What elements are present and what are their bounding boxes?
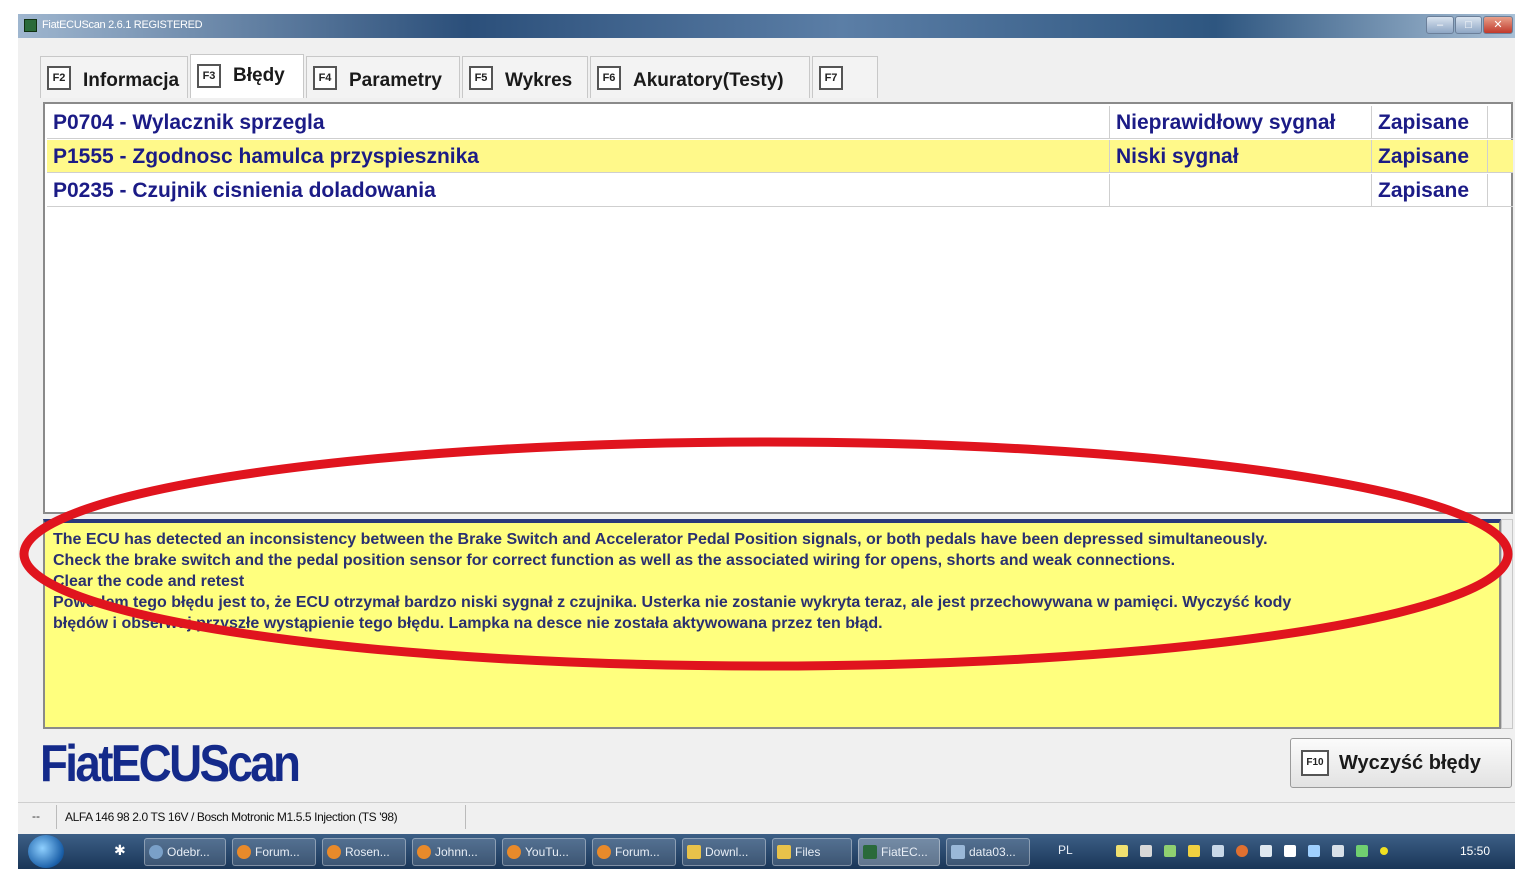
table-row[interactable]: P0235 - Czujnik cisnienia doladowania Za… <box>47 174 1513 207</box>
firefox-icon <box>597 845 611 859</box>
tray-icon[interactable] <box>1212 845 1224 857</box>
tray-icon[interactable] <box>1188 845 1200 857</box>
tab-label: Wykres <box>505 70 573 91</box>
tab-informacja[interactable]: F2 Informacja <box>40 56 188 98</box>
table-row-selected[interactable]: P1555 - Zgodnosc hamulca przyspiesznika … <box>47 140 1513 173</box>
error-code: P0235 - Czujnik cisnienia doladowania <box>47 174 1110 207</box>
minimize-icon: – <box>1436 19 1444 31</box>
folder-icon <box>687 845 701 859</box>
folder-icon <box>777 845 791 859</box>
firefox-icon <box>237 845 251 859</box>
description-line: Clear the code and retest <box>53 573 245 590</box>
maximize-icon: □ <box>1465 19 1472 31</box>
tab-label: Akuratory(Testy) <box>633 70 784 91</box>
error-description-panel: The ECU has detected an inconsistency be… <box>43 519 1501 729</box>
description-line: błędów i obserwuj przyszłe wystąpienie t… <box>53 615 883 632</box>
language-indicator[interactable]: PL <box>1058 843 1073 857</box>
fiatecuscan-icon <box>863 845 877 859</box>
firefox-icon <box>327 845 341 859</box>
description-scrollbar[interactable] <box>1501 519 1513 729</box>
firefox-icon <box>507 845 521 859</box>
tab-wykres[interactable]: F5 Wykres <box>462 56 588 98</box>
window-icon <box>951 845 965 859</box>
taskbar-item[interactable]: Johnn... <box>412 838 496 866</box>
f6-key-icon: F6 <box>597 66 621 90</box>
close-icon: ✕ <box>1493 19 1503 31</box>
f5-key-icon: F5 <box>469 66 493 90</box>
taskbar-item[interactable]: data03... <box>946 838 1030 866</box>
network-icon[interactable] <box>1308 845 1320 857</box>
tab-label: Informacja <box>83 70 180 91</box>
f7-key-icon: F7 <box>819 66 843 90</box>
tab-bledy[interactable]: F3 Błędy <box>190 54 304 98</box>
tab-parametry[interactable]: F4 Parametry <box>306 56 460 98</box>
taskbar-item-active[interactable]: FiatEC... <box>858 838 940 866</box>
tray-icon[interactable] <box>1332 845 1344 857</box>
tray-icon[interactable] <box>1116 845 1128 857</box>
close-button[interactable]: ✕ <box>1483 16 1513 34</box>
taskbar-item[interactable]: Forum... <box>592 838 676 866</box>
f2-key-icon: F2 <box>47 66 71 90</box>
mail-icon <box>149 845 163 859</box>
error-stored: Zapisane <box>1372 174 1488 207</box>
taskbar-item[interactable]: Forum... <box>232 838 316 866</box>
tab-label: Parametry <box>349 70 442 91</box>
start-button[interactable] <box>28 835 64 868</box>
connection-indicator: -- <box>32 809 40 823</box>
tray-icon[interactable] <box>1164 845 1176 857</box>
table-row[interactable]: P0704 - Wylacznik sprzegla Nieprawidłowy… <box>47 106 1513 139</box>
tab-label: Błędy <box>233 65 285 86</box>
error-code-table: P0704 - Wylacznik sprzegla Nieprawidłowy… <box>43 102 1513 514</box>
error-status <box>1110 174 1372 207</box>
flag-icon[interactable] <box>1284 845 1296 857</box>
taskbar-item[interactable]: Files <box>772 838 852 866</box>
f3-key-icon: F3 <box>197 64 221 88</box>
taskbar-item[interactable]: Odebr... <box>144 838 226 866</box>
description-line: Check the brake switch and the pedal pos… <box>53 552 1176 569</box>
tray-icon[interactable] <box>1356 845 1368 857</box>
taskbar-item[interactable]: YouTu... <box>502 838 586 866</box>
title-bar[interactable]: FiatECUScan 2.6.1 REGISTERED – □ ✕ <box>18 14 1515 38</box>
error-status: Nieprawidłowy sygnał <box>1110 106 1372 139</box>
bluetooth-icon[interactable]: ✱ <box>114 842 126 859</box>
clock[interactable]: 15:50 <box>1460 844 1490 858</box>
window-title: FiatECUScan 2.6.1 REGISTERED <box>42 19 203 31</box>
minimize-button[interactable]: – <box>1426 16 1454 34</box>
error-stored: Zapisane <box>1372 106 1488 139</box>
error-status: Niski sygnał <box>1110 140 1372 173</box>
error-stored: Zapisane <box>1372 140 1488 173</box>
windows-taskbar: ✱ Odebr... Forum... Rosen... Johnn... Yo… <box>18 834 1515 869</box>
f10-key-icon: F10 <box>1301 750 1329 776</box>
status-bar: -- ALFA 146 98 2.0 TS 16V / Bosch Motron… <box>18 802 1515 830</box>
app-window: FiatECUScan 2.6.1 REGISTERED – □ ✕ F2 In… <box>18 14 1515 869</box>
error-code: P1555 - Zgodnosc hamulca przyspiesznika <box>47 140 1110 173</box>
tray-icon[interactable] <box>1236 845 1248 857</box>
taskbar-item[interactable]: Rosen... <box>322 838 406 866</box>
f4-key-icon: F4 <box>313 66 337 90</box>
clear-errors-button[interactable]: F10 Wyczyść błędy <box>1290 738 1512 788</box>
maximize-button[interactable]: □ <box>1455 16 1482 34</box>
tab-f7[interactable]: F7 <box>812 56 878 98</box>
firefox-icon <box>417 845 431 859</box>
tab-akuratory[interactable]: F6 Akuratory(Testy) <box>590 56 810 98</box>
error-code: P0704 - Wylacznik sprzegla <box>47 106 1110 139</box>
volume-icon[interactable] <box>1260 845 1272 857</box>
vehicle-info: ALFA 146 98 2.0 TS 16V / Bosch Motronic … <box>56 805 466 829</box>
clear-errors-label: Wyczyść błędy <box>1339 752 1481 774</box>
fiatecuscan-logo: FiatECUScan <box>40 735 301 793</box>
taskbar-item[interactable]: Downl... <box>682 838 766 866</box>
app-icon <box>24 19 37 32</box>
tray-icon[interactable] <box>1140 845 1152 857</box>
description-line: The ECU has detected an inconsistency be… <box>53 531 1268 548</box>
tray-icon[interactable] <box>1380 847 1388 855</box>
description-line: Powodem tego błędu jest to, że ECU otrzy… <box>53 594 1292 611</box>
